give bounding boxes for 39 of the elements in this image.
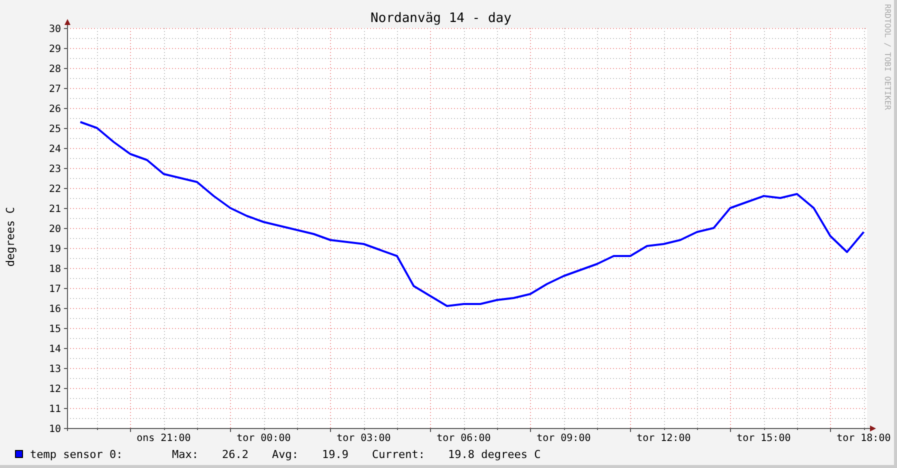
y-tick-label: 12 xyxy=(48,384,61,395)
legend-label: Current: xyxy=(372,448,426,460)
legend-value: 19.9 xyxy=(322,448,350,460)
y-tick-label: 26 xyxy=(48,104,61,115)
y-axis-title: degrees C xyxy=(4,207,16,267)
x-tick-label: tor 06:00 xyxy=(436,433,491,444)
y-tick-label: 17 xyxy=(48,284,61,295)
y-tick-label: 23 xyxy=(48,164,61,175)
y-tick-label: 27 xyxy=(48,84,61,95)
y-tick-label: 10 xyxy=(48,424,61,435)
x-tick-label: tor 12:00 xyxy=(636,433,691,444)
x-tick-label: tor 03:00 xyxy=(336,433,391,444)
y-tick-label: 30 xyxy=(48,24,61,35)
chart-title: Nordanväg 14 - day xyxy=(370,10,512,27)
y-tick-label: 13 xyxy=(48,364,61,375)
y-tick-label: 25 xyxy=(48,124,61,135)
y-tick-label: 15 xyxy=(48,324,61,335)
y-tick-label: 19 xyxy=(48,244,61,255)
y-tick-label: 24 xyxy=(48,144,61,155)
y-tick-label: 11 xyxy=(48,404,61,415)
x-tick-label: tor 15:00 xyxy=(736,433,791,444)
y-tick-label: 14 xyxy=(48,344,61,355)
y-tick-label: 21 xyxy=(48,204,61,215)
y-tick-label: 22 xyxy=(48,184,61,195)
y-tick-label: 16 xyxy=(48,304,61,315)
x-tick-label: tor 00:00 xyxy=(236,433,291,444)
legend-label: Max: xyxy=(172,448,200,460)
legend-label: Avg: xyxy=(272,448,300,460)
legend-value: 26.2 xyxy=(222,448,250,460)
legend-label: temp sensor 0: xyxy=(30,448,124,460)
y-tick-label: 29 xyxy=(48,44,61,55)
y-tick-label: 20 xyxy=(48,224,61,235)
legend-value: 19.8 degrees C xyxy=(448,448,542,460)
y-tick-label: 18 xyxy=(48,264,61,275)
x-tick-label: tor 09:00 xyxy=(536,433,591,444)
x-tick-label: tor 18:00 xyxy=(836,433,891,444)
y-tick-label: 28 xyxy=(48,64,61,75)
x-tick-label: ons 21:00 xyxy=(136,433,191,444)
watermark-text: RRDTOOL / TOBI OETIKER xyxy=(883,4,892,110)
